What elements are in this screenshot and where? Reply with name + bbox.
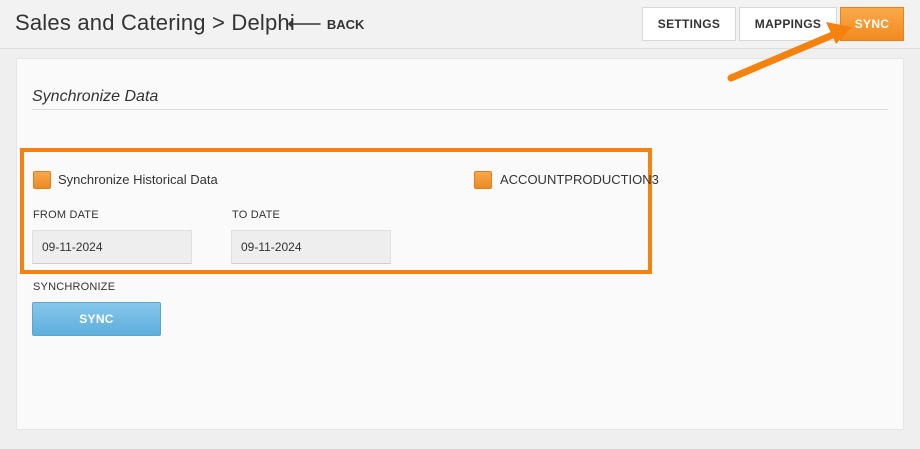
to-date-label: TO DATE [232, 209, 281, 221]
historical-data-label: Synchronize Historical Data [58, 172, 218, 187]
account-checkbox[interactable] [474, 171, 492, 189]
settings-button[interactable]: SETTINGS [642, 7, 736, 41]
section-divider [32, 109, 888, 110]
back-link[interactable]: 🡐 BACK [287, 16, 364, 32]
sync-button[interactable]: SYNC [32, 302, 161, 336]
to-date-input[interactable] [231, 230, 391, 264]
page-title: Sales and Catering > Delphi [15, 10, 295, 35]
account-label: ACCOUNTPRODUCTION3 [500, 172, 659, 187]
synchronize-label: SYNCHRONIZE [33, 281, 116, 293]
from-date-label: FROM DATE [33, 209, 99, 221]
left-arrow-icon: 🡐 [287, 16, 322, 31]
mappings-button[interactable]: MAPPINGS [739, 7, 837, 41]
back-label: BACK [326, 16, 365, 32]
from-date-input[interactable] [32, 230, 192, 264]
section-title: Synchronize Data [32, 88, 159, 105]
historical-data-checkbox[interactable] [33, 171, 51, 189]
sync-tab-button[interactable]: SYNC [840, 7, 904, 41]
top-bar: Sales and Catering > Delphi 🡐 BACK SETTI… [0, 0, 920, 49]
